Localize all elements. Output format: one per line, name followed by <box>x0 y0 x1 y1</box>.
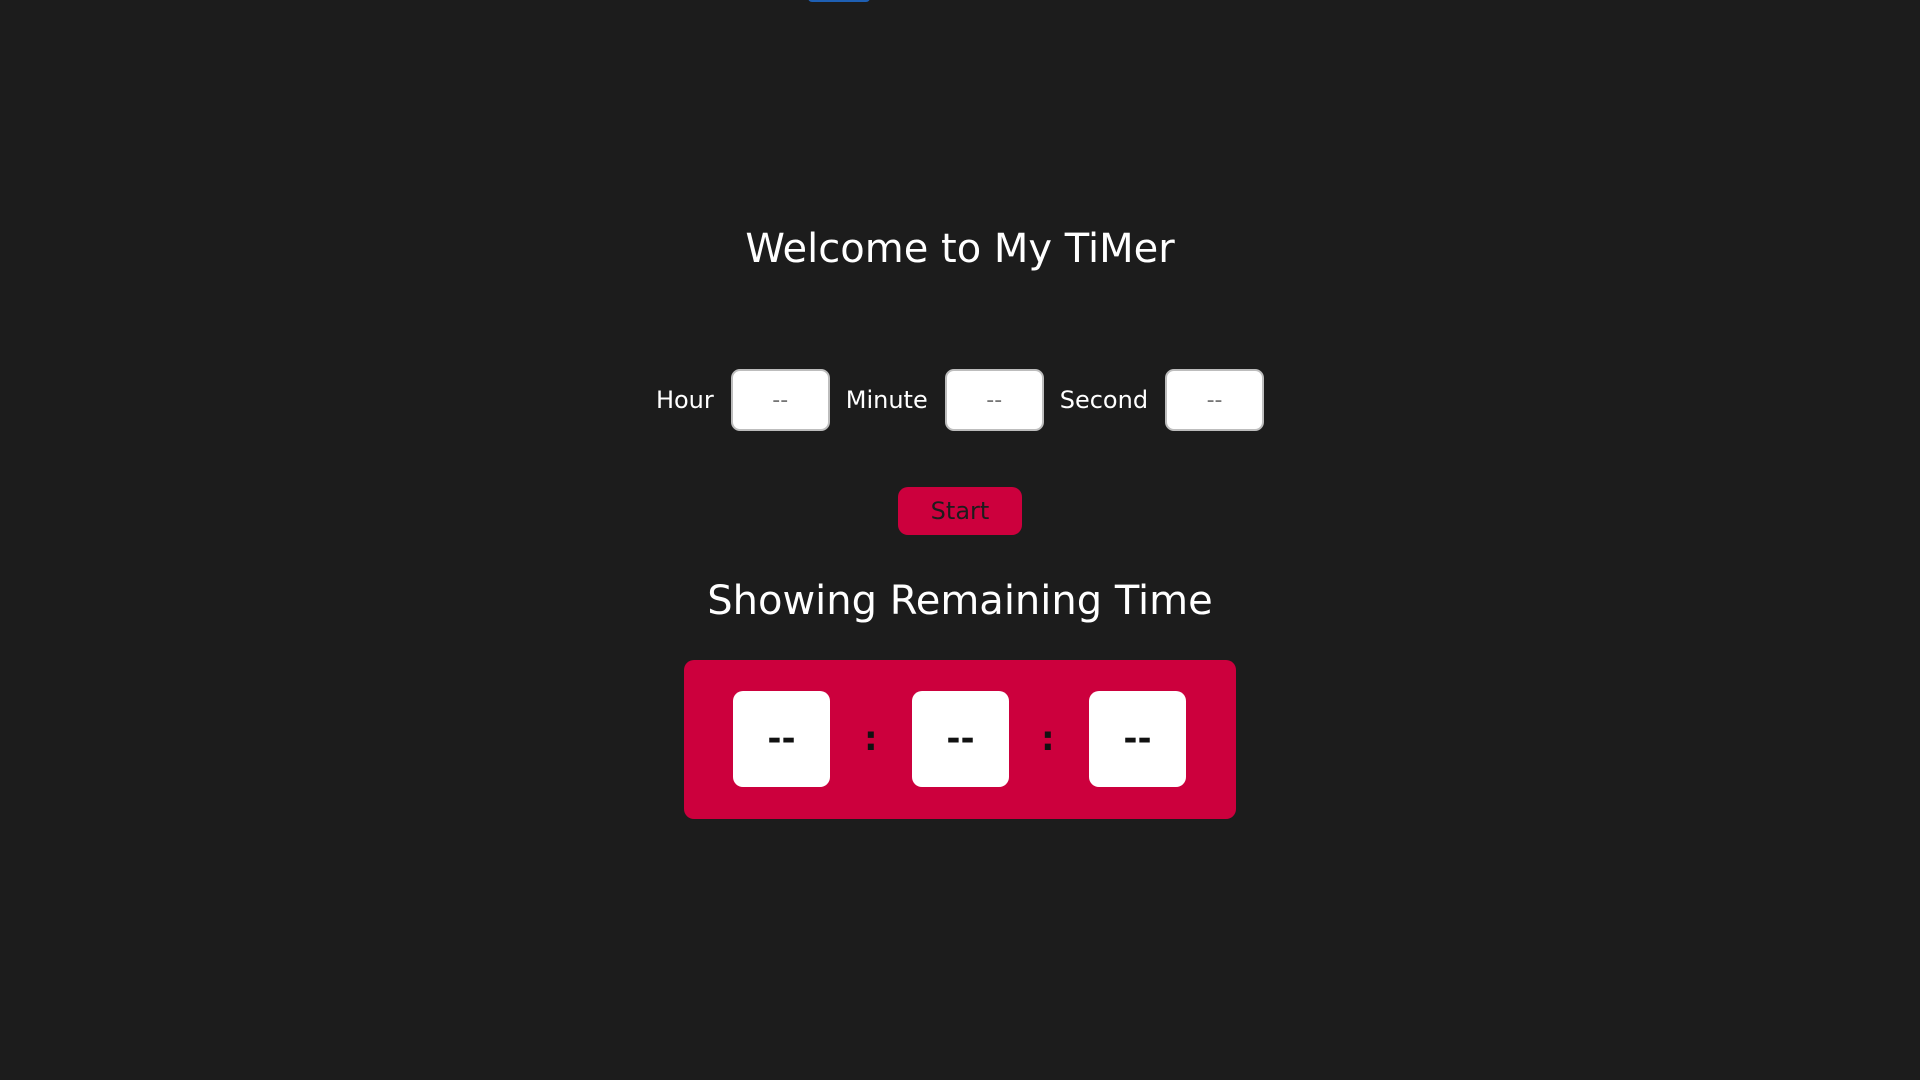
page-title: Welcome to My TiMer <box>745 226 1175 272</box>
hour-label: Hour <box>655 386 714 414</box>
hour-input[interactable] <box>730 369 830 431</box>
minute-label: Minute <box>845 386 928 414</box>
colon-separator: : <box>1041 719 1055 759</box>
minute-input[interactable] <box>944 369 1044 431</box>
second-label: Second <box>1059 386 1149 414</box>
remaining-time-heading: Showing Remaining Time <box>707 578 1213 624</box>
hours-display: -- <box>733 691 830 787</box>
remaining-time-panel: -- : -- : -- <box>684 660 1236 819</box>
time-input-row: Hour Minute Second <box>0 368 1920 432</box>
minutes-display: -- <box>912 691 1009 787</box>
colon-separator: : <box>864 719 878 759</box>
seconds-display: -- <box>1089 691 1186 787</box>
top-edge-accent <box>808 0 870 2</box>
second-input[interactable] <box>1165 369 1265 431</box>
timer-page: Welcome to My TiMer Hour Minute Second S… <box>0 0 1920 1080</box>
start-button[interactable]: Start <box>898 487 1022 535</box>
